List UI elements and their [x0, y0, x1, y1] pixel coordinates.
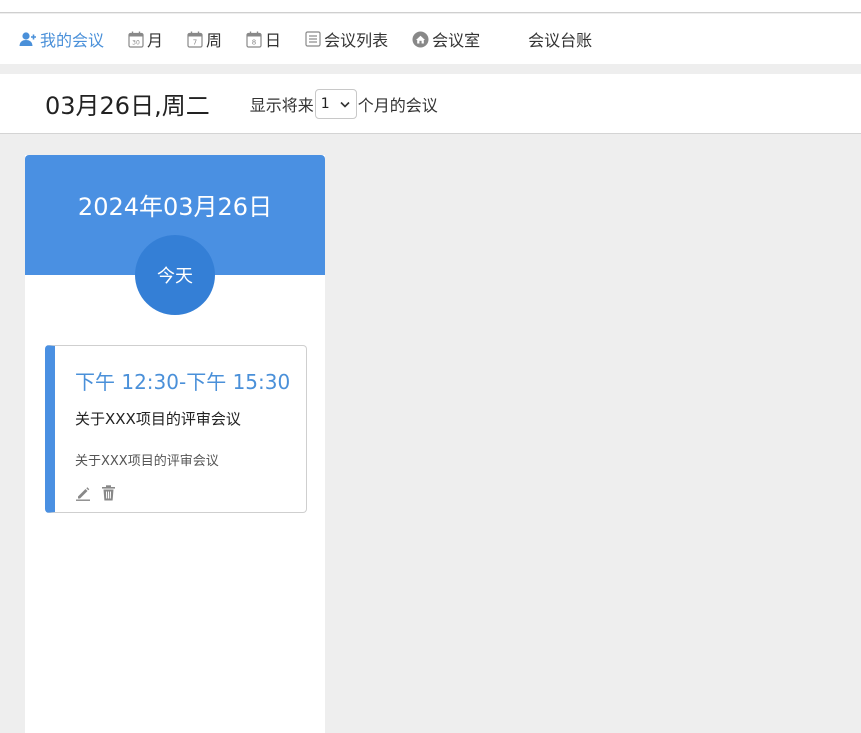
svg-text:8: 8: [252, 38, 256, 46]
today-badge: 今天: [135, 235, 215, 315]
meeting-card[interactable]: 下午 12:30-下午 15:30 关于XXX项目的评审会议 关于XXX项目的评…: [45, 345, 307, 513]
range-suffix: 个月的会议: [357, 95, 438, 115]
day-date: 2024年03月26日: [77, 193, 273, 221]
meeting-description: 关于XXX项目的评审会议: [75, 454, 219, 469]
calendar-week-icon: 7: [187, 31, 203, 48]
nav-label: 周: [206, 31, 223, 50]
range-prefix: 显示将来: [249, 95, 314, 115]
user-icon: [19, 31, 37, 47]
day-column: 2024年03月26日 今天 下午 12:30-下午 15:30 关于XXX项目…: [25, 155, 325, 733]
nav-meeting-room[interactable]: 会议室: [412, 27, 480, 51]
main-nav: 我的会议 30 月 7 周 8 日 会议列表 会议室 会议台账: [0, 14, 861, 64]
months-select-value: 1: [320, 95, 330, 112]
nav-label: 我的会议: [40, 31, 105, 50]
nav-week[interactable]: 7 周: [187, 27, 222, 51]
home-icon: [412, 31, 429, 48]
list-icon: [305, 31, 321, 47]
months-select[interactable]: 1: [314, 88, 357, 119]
nav-label: 会议列表: [324, 31, 389, 50]
nav-meeting-list[interactable]: 会议列表: [305, 27, 388, 51]
nav-label: 会议台账: [528, 31, 593, 50]
nav-label: 日: [265, 31, 282, 50]
calendar-day-icon: 8: [246, 31, 262, 48]
top-divider: [0, 0, 861, 13]
meeting-time: 下午 12:30-下午 15:30: [75, 370, 291, 394]
date-toolbar: 03月26日,周二 显示将来 1 个月的会议: [0, 74, 861, 134]
nav-my-meetings[interactable]: 我的会议: [19, 27, 104, 51]
chevron-down-icon: [340, 96, 350, 112]
range-selector: 显示将来 1 个月的会议: [249, 88, 438, 119]
nav-label: 会议室: [432, 31, 481, 50]
current-date-title: 03月26日,周二: [45, 92, 210, 120]
svg-text:7: 7: [193, 38, 197, 46]
meeting-actions: [75, 485, 116, 501]
nav-meeting-ledger[interactable]: 会议台账: [528, 27, 592, 51]
edit-icon[interactable]: [75, 485, 91, 501]
nav-month[interactable]: 30 月: [128, 27, 163, 51]
meeting-title: 关于XXX项目的评审会议: [75, 410, 241, 428]
nav-label: 月: [147, 31, 164, 50]
calendar-month-icon: 30: [128, 31, 144, 48]
trash-icon[interactable]: [101, 485, 116, 501]
section-gap: [0, 64, 861, 74]
nav-day[interactable]: 8 日: [246, 27, 281, 51]
svg-text:30: 30: [132, 39, 140, 46]
